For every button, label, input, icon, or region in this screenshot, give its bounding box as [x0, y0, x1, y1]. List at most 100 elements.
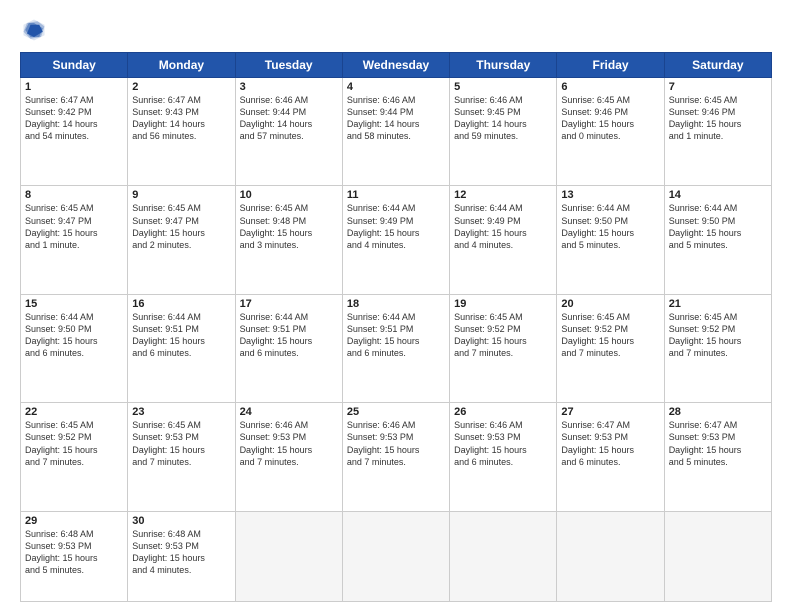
week-row-1: 8Sunrise: 6:45 AM Sunset: 9:47 PM Daylig… — [21, 186, 772, 294]
day-info: Sunrise: 6:46 AM Sunset: 9:44 PM Dayligh… — [347, 94, 445, 143]
day-number: 22 — [25, 406, 123, 418]
day-number: 9 — [132, 189, 230, 201]
weekday-thursday: Thursday — [450, 53, 557, 78]
day-number: 15 — [25, 298, 123, 310]
day-info: Sunrise: 6:44 AM Sunset: 9:51 PM Dayligh… — [132, 311, 230, 360]
day-number: 5 — [454, 81, 552, 93]
day-info: Sunrise: 6:44 AM Sunset: 9:50 PM Dayligh… — [669, 202, 767, 251]
day-info: Sunrise: 6:45 AM Sunset: 9:47 PM Dayligh… — [132, 202, 230, 251]
day-number: 12 — [454, 189, 552, 201]
weekday-saturday: Saturday — [664, 53, 771, 78]
day-cell-8: 8Sunrise: 6:45 AM Sunset: 9:47 PM Daylig… — [21, 186, 128, 294]
day-info: Sunrise: 6:45 AM Sunset: 9:46 PM Dayligh… — [669, 94, 767, 143]
logo — [20, 16, 52, 44]
day-cell-29: 29Sunrise: 6:48 AM Sunset: 9:53 PM Dayli… — [21, 511, 128, 601]
day-info: Sunrise: 6:46 AM Sunset: 9:45 PM Dayligh… — [454, 94, 552, 143]
week-row-3: 22Sunrise: 6:45 AM Sunset: 9:52 PM Dayli… — [21, 403, 772, 511]
day-number: 13 — [561, 189, 659, 201]
day-cell-12: 12Sunrise: 6:44 AM Sunset: 9:49 PM Dayli… — [450, 186, 557, 294]
day-info: Sunrise: 6:46 AM Sunset: 9:53 PM Dayligh… — [454, 419, 552, 468]
day-number: 28 — [669, 406, 767, 418]
day-cell-11: 11Sunrise: 6:44 AM Sunset: 9:49 PM Dayli… — [342, 186, 449, 294]
day-info: Sunrise: 6:46 AM Sunset: 9:53 PM Dayligh… — [347, 419, 445, 468]
weekday-monday: Monday — [128, 53, 235, 78]
day-number: 23 — [132, 406, 230, 418]
day-info: Sunrise: 6:46 AM Sunset: 9:44 PM Dayligh… — [240, 94, 338, 143]
day-cell-19: 19Sunrise: 6:45 AM Sunset: 9:52 PM Dayli… — [450, 294, 557, 402]
day-cell-17: 17Sunrise: 6:44 AM Sunset: 9:51 PM Dayli… — [235, 294, 342, 402]
page: SundayMondayTuesdayWednesdayThursdayFrid… — [0, 0, 792, 612]
day-cell-3: 3Sunrise: 6:46 AM Sunset: 9:44 PM Daylig… — [235, 78, 342, 186]
day-number: 8 — [25, 189, 123, 201]
day-number: 20 — [561, 298, 659, 310]
day-number: 16 — [132, 298, 230, 310]
day-number: 29 — [25, 515, 123, 527]
day-info: Sunrise: 6:44 AM Sunset: 9:50 PM Dayligh… — [561, 202, 659, 251]
day-cell-22: 22Sunrise: 6:45 AM Sunset: 9:52 PM Dayli… — [21, 403, 128, 511]
weekday-tuesday: Tuesday — [235, 53, 342, 78]
day-number: 14 — [669, 189, 767, 201]
day-cell-5: 5Sunrise: 6:46 AM Sunset: 9:45 PM Daylig… — [450, 78, 557, 186]
day-info: Sunrise: 6:45 AM Sunset: 9:53 PM Dayligh… — [132, 419, 230, 468]
day-cell-26: 26Sunrise: 6:46 AM Sunset: 9:53 PM Dayli… — [450, 403, 557, 511]
day-number: 1 — [25, 81, 123, 93]
day-cell-16: 16Sunrise: 6:44 AM Sunset: 9:51 PM Dayli… — [128, 294, 235, 402]
day-number: 3 — [240, 81, 338, 93]
day-info: Sunrise: 6:47 AM Sunset: 9:43 PM Dayligh… — [132, 94, 230, 143]
day-number: 24 — [240, 406, 338, 418]
day-number: 17 — [240, 298, 338, 310]
day-info: Sunrise: 6:44 AM Sunset: 9:50 PM Dayligh… — [25, 311, 123, 360]
empty-cell — [557, 511, 664, 601]
day-number: 21 — [669, 298, 767, 310]
day-cell-10: 10Sunrise: 6:45 AM Sunset: 9:48 PM Dayli… — [235, 186, 342, 294]
day-info: Sunrise: 6:45 AM Sunset: 9:52 PM Dayligh… — [454, 311, 552, 360]
day-cell-15: 15Sunrise: 6:44 AM Sunset: 9:50 PM Dayli… — [21, 294, 128, 402]
day-cell-27: 27Sunrise: 6:47 AM Sunset: 9:53 PM Dayli… — [557, 403, 664, 511]
day-cell-14: 14Sunrise: 6:44 AM Sunset: 9:50 PM Dayli… — [664, 186, 771, 294]
day-cell-30: 30Sunrise: 6:48 AM Sunset: 9:53 PM Dayli… — [128, 511, 235, 601]
day-number: 6 — [561, 81, 659, 93]
day-info: Sunrise: 6:47 AM Sunset: 9:53 PM Dayligh… — [561, 419, 659, 468]
week-row-2: 15Sunrise: 6:44 AM Sunset: 9:50 PM Dayli… — [21, 294, 772, 402]
day-cell-9: 9Sunrise: 6:45 AM Sunset: 9:47 PM Daylig… — [128, 186, 235, 294]
day-info: Sunrise: 6:45 AM Sunset: 9:48 PM Dayligh… — [240, 202, 338, 251]
empty-cell — [664, 511, 771, 601]
day-cell-24: 24Sunrise: 6:46 AM Sunset: 9:53 PM Dayli… — [235, 403, 342, 511]
day-number: 7 — [669, 81, 767, 93]
day-info: Sunrise: 6:47 AM Sunset: 9:53 PM Dayligh… — [669, 419, 767, 468]
weekday-friday: Friday — [557, 53, 664, 78]
day-info: Sunrise: 6:45 AM Sunset: 9:52 PM Dayligh… — [561, 311, 659, 360]
day-number: 2 — [132, 81, 230, 93]
empty-cell — [235, 511, 342, 601]
day-cell-4: 4Sunrise: 6:46 AM Sunset: 9:44 PM Daylig… — [342, 78, 449, 186]
day-cell-7: 7Sunrise: 6:45 AM Sunset: 9:46 PM Daylig… — [664, 78, 771, 186]
day-cell-20: 20Sunrise: 6:45 AM Sunset: 9:52 PM Dayli… — [557, 294, 664, 402]
empty-cell — [342, 511, 449, 601]
day-info: Sunrise: 6:45 AM Sunset: 9:47 PM Dayligh… — [25, 202, 123, 251]
day-cell-1: 1Sunrise: 6:47 AM Sunset: 9:42 PM Daylig… — [21, 78, 128, 186]
day-info: Sunrise: 6:44 AM Sunset: 9:51 PM Dayligh… — [347, 311, 445, 360]
week-row-4: 29Sunrise: 6:48 AM Sunset: 9:53 PM Dayli… — [21, 511, 772, 601]
week-row-0: 1Sunrise: 6:47 AM Sunset: 9:42 PM Daylig… — [21, 78, 772, 186]
day-cell-21: 21Sunrise: 6:45 AM Sunset: 9:52 PM Dayli… — [664, 294, 771, 402]
header — [20, 16, 772, 44]
day-number: 27 — [561, 406, 659, 418]
weekday-sunday: Sunday — [21, 53, 128, 78]
day-info: Sunrise: 6:48 AM Sunset: 9:53 PM Dayligh… — [132, 528, 230, 577]
day-cell-18: 18Sunrise: 6:44 AM Sunset: 9:51 PM Dayli… — [342, 294, 449, 402]
day-info: Sunrise: 6:44 AM Sunset: 9:49 PM Dayligh… — [347, 202, 445, 251]
day-info: Sunrise: 6:47 AM Sunset: 9:42 PM Dayligh… — [25, 94, 123, 143]
day-info: Sunrise: 6:44 AM Sunset: 9:51 PM Dayligh… — [240, 311, 338, 360]
day-info: Sunrise: 6:44 AM Sunset: 9:49 PM Dayligh… — [454, 202, 552, 251]
day-number: 19 — [454, 298, 552, 310]
day-cell-25: 25Sunrise: 6:46 AM Sunset: 9:53 PM Dayli… — [342, 403, 449, 511]
day-number: 11 — [347, 189, 445, 201]
day-info: Sunrise: 6:45 AM Sunset: 9:52 PM Dayligh… — [669, 311, 767, 360]
day-info: Sunrise: 6:48 AM Sunset: 9:53 PM Dayligh… — [25, 528, 123, 577]
calendar-table: SundayMondayTuesdayWednesdayThursdayFrid… — [20, 52, 772, 602]
weekday-header-row: SundayMondayTuesdayWednesdayThursdayFrid… — [21, 53, 772, 78]
day-cell-2: 2Sunrise: 6:47 AM Sunset: 9:43 PM Daylig… — [128, 78, 235, 186]
day-cell-13: 13Sunrise: 6:44 AM Sunset: 9:50 PM Dayli… — [557, 186, 664, 294]
day-number: 10 — [240, 189, 338, 201]
day-cell-28: 28Sunrise: 6:47 AM Sunset: 9:53 PM Dayli… — [664, 403, 771, 511]
